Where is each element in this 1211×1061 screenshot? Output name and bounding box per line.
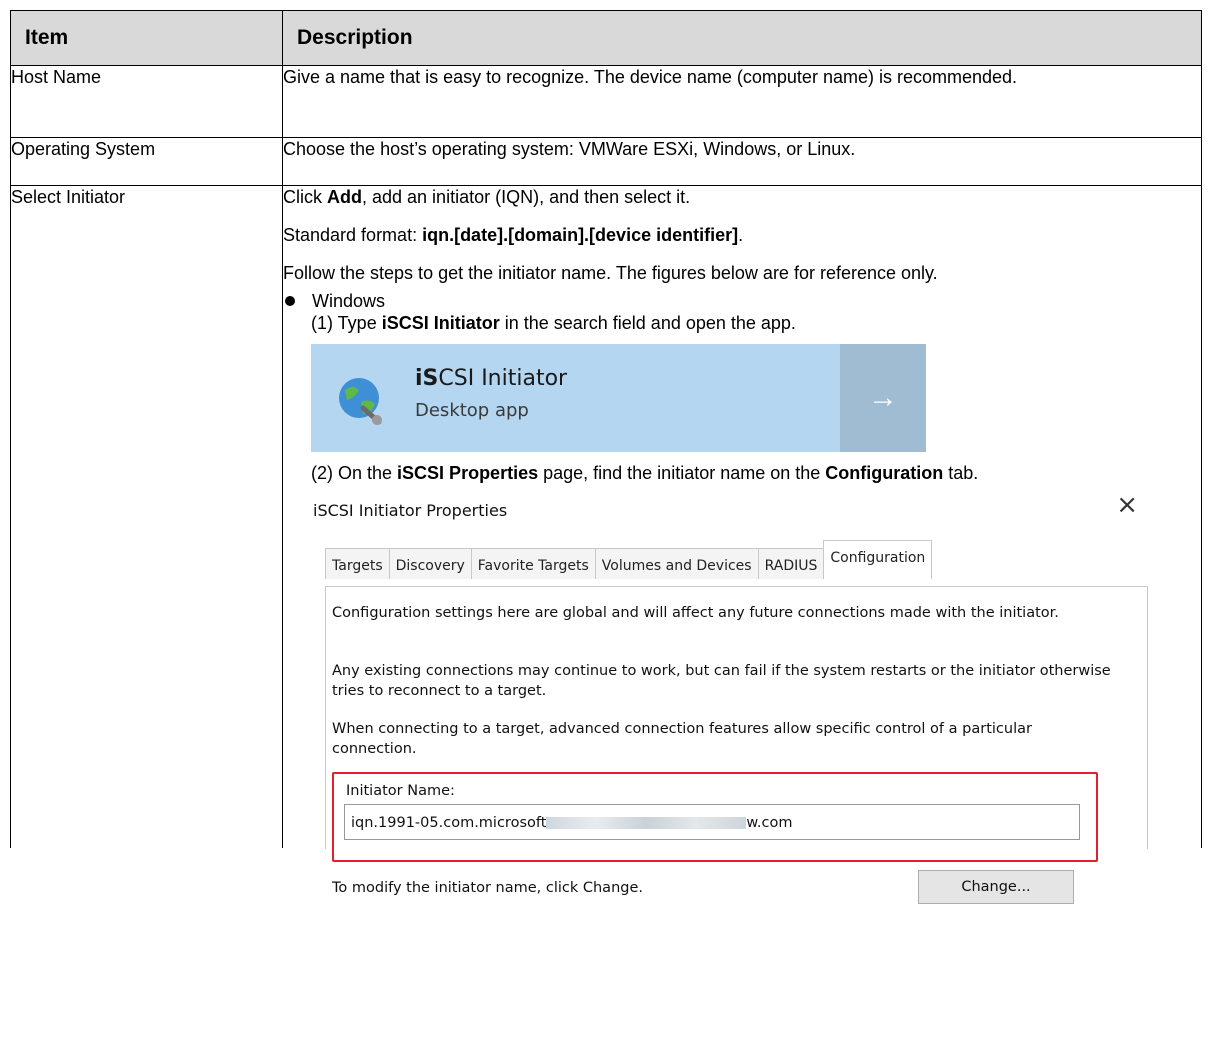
redacted-block: [546, 817, 747, 829]
search-result-title: iSCSI Initiator: [415, 368, 567, 390]
table-row: Host Name Give a name that is easy to re…: [10, 65, 1202, 138]
configuration-panel: Configuration settings here are global a…: [325, 586, 1148, 904]
search-result-tile[interactable]: iSCSI Initiator Desktop app →: [311, 344, 926, 452]
table-row: Operating System Choose the host’s opera…: [10, 137, 1202, 186]
title-match: iS: [415, 366, 439, 391]
close-icon[interactable]: ×: [1116, 492, 1138, 518]
step-2: (2) On the iSCSI Properties page, find t…: [311, 462, 1201, 484]
tab-volumes-and-devices[interactable]: Volumes and Devices: [594, 548, 759, 579]
text: (2) On the: [311, 463, 398, 483]
page-name: iSCSI Properties: [397, 463, 539, 483]
add-instruction: Click Add, add an initiator (IQN), and t…: [283, 186, 1201, 208]
tab-discovery[interactable]: Discovery: [388, 548, 472, 579]
text: .: [738, 225, 744, 245]
text: in the search field and open the app.: [499, 313, 796, 333]
arrow-right-icon[interactable]: →: [840, 344, 926, 452]
header-item: Item: [10, 10, 283, 66]
initiator-value-end: w.com: [746, 815, 793, 831]
tab-radius[interactable]: RADIUS: [757, 548, 825, 579]
description-cell: Give a name that is easy to recognize. T…: [282, 65, 1202, 138]
change-button[interactable]: Change...: [918, 870, 1074, 904]
text: Click: [283, 187, 327, 207]
item-cell: Select Initiator: [10, 185, 283, 848]
bullet-label: Windows: [312, 291, 386, 311]
tab-targets[interactable]: Targets: [325, 548, 390, 579]
tab-configuration[interactable]: Configuration: [823, 540, 933, 579]
parameter-table: Item Description Host Name Give a name t…: [10, 10, 1202, 904]
item-cell: Operating System: [10, 137, 283, 186]
steps-intro: Follow the steps to get the initiator na…: [283, 263, 938, 283]
initiator-name-field[interactable]: iqn.1991-05.com.microsoft w.com: [344, 804, 1080, 840]
header-description: Description: [282, 10, 1202, 66]
description-cell: Choose the host’s operating system: VMWa…: [282, 137, 1202, 186]
text: Standard format:: [283, 225, 423, 245]
config-text-3: When connecting to a target, advanced co…: [332, 721, 1032, 757]
format-instruction: Standard format: iqn.[date].[domain].[de…: [283, 224, 1201, 246]
description-cell: Click Add, add an initiator (IQN), and t…: [282, 185, 1202, 904]
tab-favorite-targets[interactable]: Favorite Targets: [470, 548, 596, 579]
add-keyword: Add: [327, 187, 362, 207]
modify-hint: To modify the initiator name, click Chan…: [332, 880, 643, 896]
item-cell: Host Name: [10, 65, 283, 138]
title-rest: CSI Initiator: [438, 366, 568, 391]
app-name: iSCSI Initiator: [381, 313, 500, 333]
tab-bar: Targets Discovery Favorite Targets Volum…: [325, 540, 933, 579]
text: page, find the initiator name on the: [538, 463, 826, 483]
search-result-subtitle: Desktop app: [415, 400, 529, 421]
text: tab.: [943, 463, 979, 483]
bullet-windows: Windows: [285, 290, 1201, 312]
config-text-1: Configuration settings here are global a…: [332, 605, 1059, 621]
text: (1) Type: [311, 313, 382, 333]
step-1: (1) Type iSCSI Initiator in the search f…: [311, 312, 1201, 334]
tab-name: Configuration: [825, 463, 944, 483]
initiator-highlight: Initiator Name: iqn.1991-05.com.microsof…: [332, 772, 1098, 862]
text: , add an initiator (IQN), and then selec…: [362, 187, 691, 207]
initiator-name-label: Initiator Name:: [346, 783, 455, 799]
config-text-2: Any existing connections may continue to…: [332, 663, 1111, 699]
iqn-format: iqn.[date].[domain].[device identifier]: [422, 225, 739, 245]
initiator-value-start: iqn.1991-05.com.microsoft: [351, 815, 547, 831]
search-result-main[interactable]: iSCSI Initiator Desktop app: [311, 344, 840, 452]
dialog-title: iSCSI Initiator Properties: [313, 501, 508, 520]
bullet-icon: [285, 296, 295, 306]
properties-dialog: iSCSI Initiator Properties × Targets Dis…: [311, 492, 1148, 904]
table-header-row: Item Description: [10, 10, 1202, 66]
table-row: Select Initiator Click Add, add an initi…: [10, 185, 1202, 904]
globe-icon: [339, 378, 382, 425]
